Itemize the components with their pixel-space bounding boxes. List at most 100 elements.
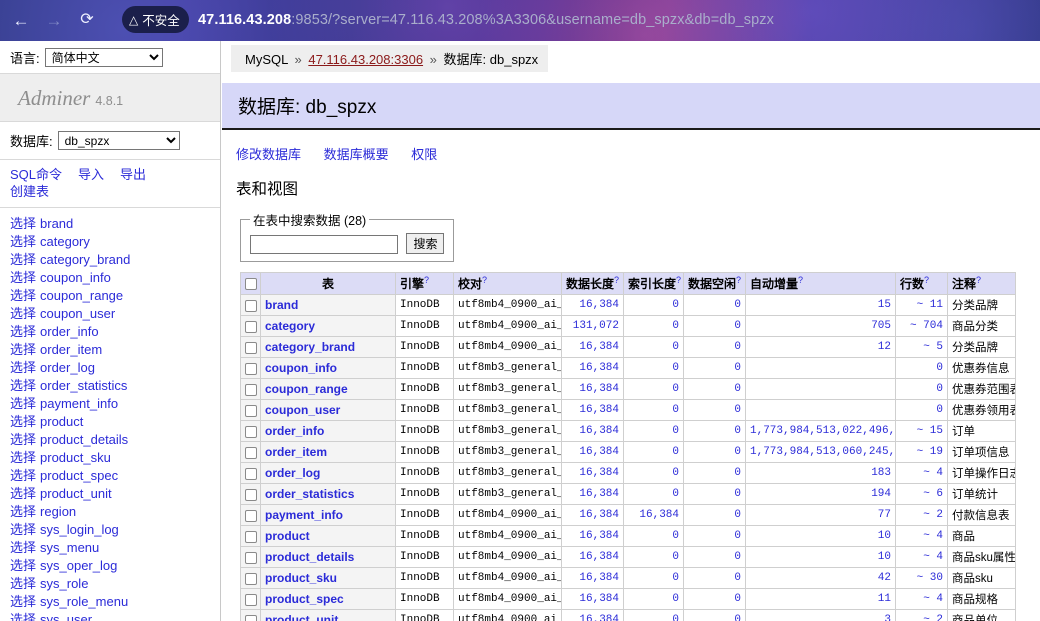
table-name-link[interactable]: brand	[265, 298, 298, 312]
header-table-name[interactable]: 表	[260, 272, 396, 295]
table-name-link[interactable]: category	[265, 319, 315, 333]
table-name-link[interactable]: order_log	[265, 466, 320, 480]
sidebar-table-name[interactable]: sys_oper_log	[40, 558, 117, 573]
sidebar-table-name[interactable]: product	[40, 414, 83, 429]
header-engine[interactable]: 引擎?	[395, 272, 454, 295]
sidebar-table-name[interactable]: sys_user	[40, 612, 92, 621]
sidebar-table-name[interactable]: product_details	[40, 432, 128, 447]
row-checkbox[interactable]	[244, 572, 257, 585]
select-table-link[interactable]: 选择	[10, 288, 36, 303]
header-data-length[interactable]: 数据长度?	[561, 272, 624, 295]
select-all-checkbox[interactable]	[244, 278, 257, 291]
select-table-link[interactable]: 选择	[10, 378, 36, 393]
select-table-link[interactable]: 选择	[10, 612, 36, 621]
create-table-link[interactable]: 创建表	[10, 184, 49, 199]
table-name-link[interactable]: product_details	[265, 550, 354, 564]
row-checkbox[interactable]	[244, 320, 257, 333]
sidebar-table-name[interactable]: sys_menu	[40, 540, 99, 555]
row-checkbox-cell[interactable]	[240, 378, 261, 400]
select-table-link[interactable]: 选择	[10, 324, 36, 339]
address-bar[interactable]: 47.116.43.208:9853/?server=47.116.43.208…	[198, 6, 774, 33]
sidebar-table-name[interactable]: brand	[40, 216, 73, 231]
language-select[interactable]: 简体中文	[44, 48, 163, 67]
table-name-link[interactable]: category_brand	[265, 340, 355, 354]
select-table-link[interactable]: 选择	[10, 450, 36, 465]
select-table-link[interactable]: 选择	[10, 594, 36, 609]
header-index-length[interactable]: 索引长度?	[623, 272, 684, 295]
row-checkbox[interactable]	[244, 362, 257, 375]
header-data-free[interactable]: 数据空闲?	[683, 272, 746, 295]
sidebar-table-name[interactable]: product_unit	[40, 486, 112, 501]
table-name-link[interactable]: coupon_user	[265, 403, 340, 417]
select-table-link[interactable]: 选择	[10, 522, 36, 537]
row-checkbox[interactable]	[244, 383, 257, 396]
sidebar-table-name[interactable]: category	[40, 234, 90, 249]
sidebar-table-name[interactable]: category_brand	[40, 252, 130, 267]
select-table-link[interactable]: 选择	[10, 486, 36, 501]
row-checkbox[interactable]	[244, 488, 257, 501]
select-table-link[interactable]: 选择	[10, 342, 36, 357]
database-select[interactable]: db_spzx	[57, 131, 180, 150]
forward-icon[interactable]: →	[42, 8, 66, 32]
row-checkbox-cell[interactable]	[240, 441, 261, 463]
row-checkbox[interactable]	[244, 299, 257, 312]
sidebar-table-name[interactable]: coupon_info	[40, 270, 111, 285]
select-table-link[interactable]: 选择	[10, 216, 36, 231]
select-table-link[interactable]: 选择	[10, 468, 36, 483]
row-checkbox[interactable]	[244, 467, 257, 480]
sidebar-table-name[interactable]: payment_info	[40, 396, 118, 411]
select-all-header[interactable]	[240, 272, 261, 295]
table-name-link[interactable]: coupon_info	[265, 361, 337, 375]
header-collation[interactable]: 校对?	[453, 272, 562, 295]
row-checkbox[interactable]	[244, 593, 257, 606]
table-name-link[interactable]: product_sku	[265, 571, 337, 585]
select-table-link[interactable]: 选择	[10, 396, 36, 411]
header-comment[interactable]: 注释?	[947, 272, 1016, 295]
security-status-chip[interactable]: △ 不安全	[122, 6, 189, 33]
sidebar-table-name[interactable]: order_log	[40, 360, 95, 375]
table-name-link[interactable]: order_statistics	[265, 487, 354, 501]
select-table-link[interactable]: 选择	[10, 432, 36, 447]
row-checkbox[interactable]	[244, 341, 257, 354]
row-checkbox-cell[interactable]	[240, 567, 261, 589]
row-checkbox-cell[interactable]	[240, 462, 261, 484]
row-checkbox-cell[interactable]	[240, 525, 261, 547]
search-button[interactable]: 搜索	[406, 233, 445, 254]
header-auto-increment[interactable]: 自动增量?	[745, 272, 896, 295]
sidebar-table-name[interactable]: order_item	[40, 342, 102, 357]
back-icon[interactable]: ←	[9, 8, 33, 32]
sidebar-table-name[interactable]: region	[40, 504, 76, 519]
table-name-link[interactable]: product_spec	[265, 592, 344, 606]
search-input[interactable]	[250, 234, 398, 254]
sidebar-table-name[interactable]: product_sku	[40, 450, 111, 465]
row-checkbox[interactable]	[244, 509, 257, 522]
sidebar-table-name[interactable]: coupon_user	[40, 306, 115, 321]
select-table-link[interactable]: 选择	[10, 360, 36, 375]
sidebar-table-name[interactable]: order_statistics	[40, 378, 127, 393]
row-checkbox-cell[interactable]	[240, 504, 261, 526]
select-table-link[interactable]: 选择	[10, 504, 36, 519]
row-checkbox-cell[interactable]	[240, 546, 261, 568]
select-table-link[interactable]: 选择	[10, 414, 36, 429]
row-checkbox-cell[interactable]	[240, 420, 261, 442]
sql-command-link[interactable]: SQL命令	[10, 167, 62, 182]
alter-database-link[interactable]: 修改数据库	[236, 147, 301, 162]
select-table-link[interactable]: 选择	[10, 540, 36, 555]
row-checkbox[interactable]	[244, 530, 257, 543]
table-name-link[interactable]: product_unit	[265, 613, 338, 621]
reload-icon[interactable]: ⟳	[75, 8, 99, 32]
privileges-link[interactable]: 权限	[411, 147, 437, 162]
row-checkbox-cell[interactable]	[240, 315, 261, 337]
row-checkbox-cell[interactable]	[240, 399, 261, 421]
select-table-link[interactable]: 选择	[10, 270, 36, 285]
sidebar-table-name[interactable]: sys_role	[40, 576, 88, 591]
row-checkbox[interactable]	[244, 551, 257, 564]
table-name-link[interactable]: order_info	[265, 424, 324, 438]
database-schema-link[interactable]: 数据库概要	[324, 147, 389, 162]
table-name-link[interactable]: coupon_range	[265, 382, 348, 396]
import-link[interactable]: 导入	[78, 167, 104, 182]
sidebar-table-name[interactable]: sys_role_menu	[40, 594, 128, 609]
select-table-link[interactable]: 选择	[10, 234, 36, 249]
table-name-link[interactable]: payment_info	[265, 508, 343, 522]
sidebar-table-name[interactable]: order_info	[40, 324, 99, 339]
